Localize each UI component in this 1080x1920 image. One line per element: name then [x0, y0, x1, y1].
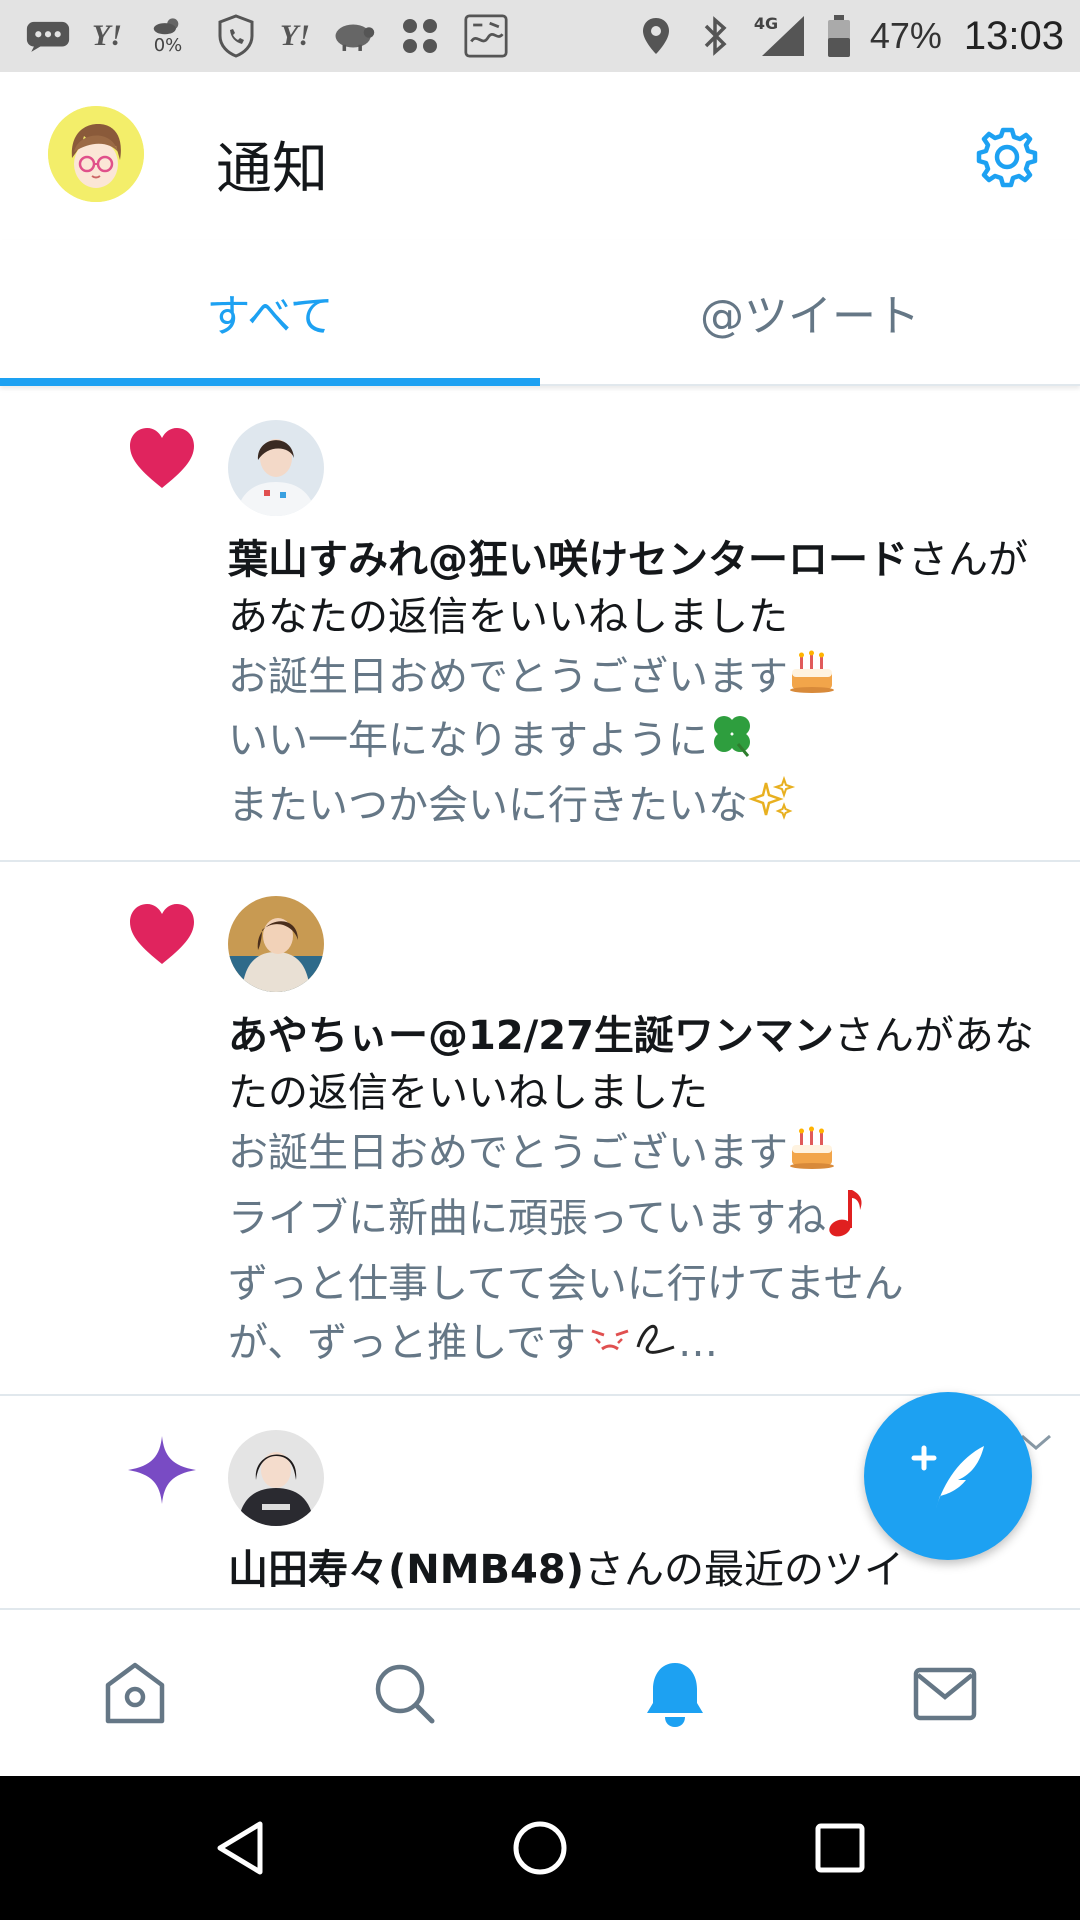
profile-avatar[interactable] — [48, 106, 144, 202]
tearful-face-icon — [586, 1315, 634, 1374]
yahoo-icon-2: Y! — [280, 19, 310, 52]
tab-mentions[interactable]: @ツイート — [540, 240, 1080, 384]
recent-apps-button[interactable] — [790, 1798, 890, 1898]
search-tab[interactable] — [270, 1610, 540, 1778]
tab-all[interactable]: すべて — [0, 240, 540, 384]
user-name[interactable]: あやちぃー@12/27生誕ワンマン — [228, 1013, 834, 1059]
battery-percent: 47% — [869, 15, 942, 56]
app-notification-icon — [464, 14, 508, 58]
quote-line: いい一年になりますように — [228, 717, 708, 763]
status-bar: Y! 0% Y! 4G 47% 13:03 — [0, 0, 1080, 72]
birthday-cake-icon — [788, 1125, 836, 1186]
user-avatar[interactable] — [228, 896, 324, 992]
notification-item[interactable]: あやちぃー@12/27生誕ワンマンさんがあなたの返信をいいねしました お誕生日お… — [0, 862, 1080, 1396]
notification-text: あやちぃー@12/27生誕ワンマンさんがあなたの返信をいいねしました — [228, 1008, 1048, 1122]
notification-text: 葉山すみれ@狂い咲けセンターロードさんがあなたの返信をいいねしました — [228, 532, 1048, 646]
shield-phone-icon — [214, 14, 258, 58]
yahoo-icon: Y! — [92, 19, 122, 52]
apps-dots-icon — [398, 16, 442, 56]
sparkle-icon — [126, 1434, 198, 1506]
scribble-icon — [634, 1315, 678, 1374]
quote-line: ライブに新曲に頑張っていますね — [228, 1195, 826, 1241]
notifications-tab[interactable] — [540, 1610, 810, 1778]
network-type: 4G — [753, 14, 779, 33]
user-name[interactable]: 葉山すみれ@狂い咲けセンターロード — [228, 537, 908, 583]
recent-apps-square-icon — [815, 1823, 865, 1873]
action-text: さんの最近のツイ — [584, 1547, 904, 1593]
compose-tweet-button[interactable] — [864, 1392, 1032, 1560]
messages-icon — [913, 1667, 977, 1721]
user-avatar[interactable] — [228, 420, 324, 516]
quote-line: お誕生日おめでとうございます — [228, 654, 788, 700]
system-navigation-bar — [0, 1776, 1080, 1920]
heart-icon — [128, 426, 196, 490]
weather-percent: 0% — [153, 35, 183, 56]
top-app-bar: 通知 — [0, 72, 1080, 240]
settings-gear-icon[interactable] — [974, 124, 1040, 190]
home-icon — [105, 1662, 165, 1724]
back-button[interactable] — [190, 1798, 290, 1898]
quote-line: またいつか会いに行きたいな — [228, 782, 748, 828]
battery-icon — [824, 15, 854, 57]
messages-tab[interactable] — [810, 1610, 1080, 1778]
bluetooth-icon — [694, 16, 738, 56]
home-tab[interactable] — [0, 1610, 270, 1778]
truncation-ellipsis: … — [678, 1319, 718, 1366]
heart-icon — [128, 902, 196, 966]
page-title: 通知 — [216, 137, 328, 202]
location-icon — [634, 16, 678, 56]
home-button[interactable] — [490, 1798, 590, 1898]
birthday-cake-icon — [788, 649, 836, 710]
bottom-navigation — [0, 1608, 1080, 1778]
four-leaf-clover-icon — [708, 710, 756, 775]
signal-icon: 4G — [753, 14, 808, 56]
back-triangle-icon — [217, 1821, 263, 1875]
user-name[interactable]: 山田寿々(NMB48) — [228, 1547, 584, 1593]
message-notification-icon — [26, 16, 70, 56]
sparkles-icon — [748, 775, 796, 840]
user-avatar[interactable] — [228, 1430, 324, 1526]
active-tab-indicator — [0, 378, 540, 386]
search-icon — [375, 1664, 435, 1724]
quoted-reply: お誕生日おめでとうございます いい一年になりますように またいつか会いに行きたい… — [228, 648, 1048, 840]
musical-note-icon — [826, 1186, 870, 1255]
quote-line: が、ずっと推しです — [228, 1319, 586, 1366]
notification-item[interactable]: 葉山すみれ@狂い咲けセンターロードさんがあなたの返信をいいねしました お誕生日お… — [0, 386, 1080, 862]
home-circle-icon — [513, 1821, 567, 1875]
sheep-icon — [332, 16, 376, 56]
compose-tweet-icon — [911, 1445, 984, 1508]
weather-icon: 0% — [144, 16, 192, 56]
quoted-reply: お誕生日おめでとうございます ライブに新曲に頑張っていますね ずっと仕事してて会… — [228, 1124, 1048, 1374]
clock: 13:03 — [963, 13, 1064, 58]
quote-line: ずっと仕事してて会いに行けてません — [228, 1260, 904, 1307]
notifications-icon — [647, 1663, 703, 1727]
notification-tabs: すべて @ツイート — [0, 240, 1080, 386]
quote-line: お誕生日おめでとうございます — [228, 1130, 788, 1176]
